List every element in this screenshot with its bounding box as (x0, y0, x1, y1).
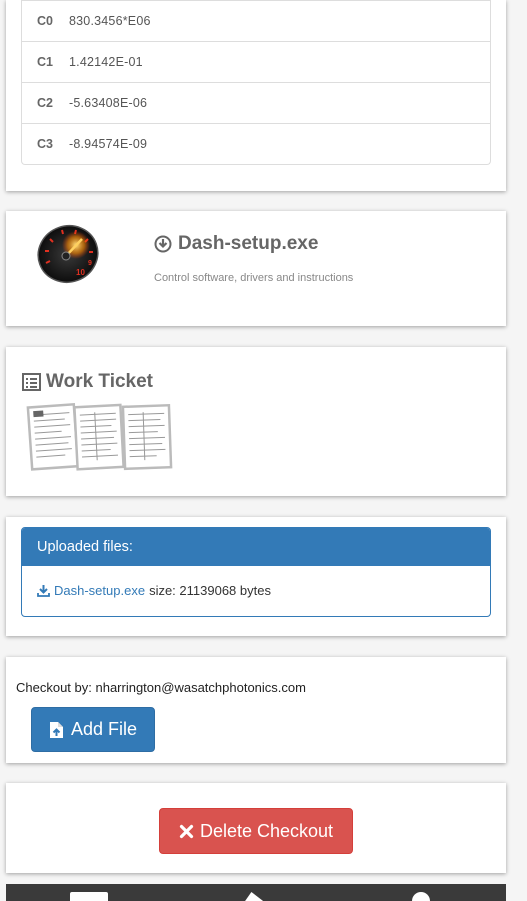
uploaded-files-heading: Uploaded files: (22, 528, 490, 566)
uploaded-file-link[interactable]: Dash-setup.exe (37, 583, 145, 598)
coefficients-table: C0 830.3456*E06 C1 1.42142E-01 C2 -5.634… (21, 0, 491, 165)
coefficient-name: C2 (37, 96, 53, 110)
download-link[interactable]: Dash-setup.exe (154, 233, 318, 255)
uploaded-file-row: Dash-setup.exe size: 21139068 bytes (22, 566, 490, 615)
table-row: C0 830.3456*E06 (22, 0, 490, 41)
nav-megaphone-icon[interactable] (243, 892, 267, 901)
uploaded-files-panel: Uploaded files: Dash-setup.exe size: 211… (6, 517, 506, 636)
delete-panel: Delete Checkout (6, 783, 506, 873)
file-upload-icon (49, 721, 63, 738)
coefficient-name: C0 (37, 14, 53, 28)
download-icon (37, 585, 50, 597)
coefficient-value: 1.42142E-01 (69, 55, 143, 69)
coefficient-name: C3 (37, 137, 53, 151)
download-circle-icon (154, 235, 172, 253)
coefficient-value: -8.94574E-09 (69, 137, 148, 151)
work-ticket-thumbnails[interactable] (26, 402, 176, 472)
list-alt-icon (22, 373, 41, 391)
speedometer-gauge-icon[interactable]: 10 9 (36, 221, 100, 285)
add-file-button[interactable]: Add File (31, 707, 155, 752)
add-file-label: Add File (70, 719, 138, 739)
svg-text:10: 10 (76, 268, 85, 277)
download-title[interactable]: Dash-setup.exe (178, 233, 318, 255)
nav-inbox-icon[interactable] (70, 892, 108, 901)
coefficient-name: C1 (37, 55, 53, 69)
uploaded-file-size: size: 21139068 bytes (149, 583, 271, 598)
table-row: C1 1.42142E-01 (22, 41, 490, 82)
download-description: Control software, drivers and instructio… (154, 272, 354, 284)
coefficient-value: 830.3456*E06 (69, 14, 151, 28)
delete-checkout-button[interactable]: Delete Checkout (159, 808, 353, 854)
work-ticket-title: Work Ticket (46, 371, 154, 392)
table-row: C3 -8.94574E-09 (22, 123, 490, 164)
uploaded-files-box: Uploaded files: Dash-setup.exe size: 211… (21, 527, 491, 617)
delete-checkout-label: Delete Checkout (199, 820, 334, 841)
coefficient-value: -5.63408E-06 (69, 96, 148, 110)
coefficients-panel: C0 830.3456*E06 C1 1.42142E-01 C2 -5.634… (6, 0, 506, 191)
checkout-panel: Checkout by: nharrington@wasatchphotonic… (6, 657, 506, 763)
work-ticket-panel: Work Ticket (6, 347, 506, 496)
work-ticket-heading: Work Ticket (22, 371, 153, 393)
close-icon (179, 824, 194, 838)
uploaded-file-name[interactable]: Dash-setup.exe (54, 583, 145, 598)
download-panel: 10 9 Dash-setup.exe Control software, dr… (6, 211, 506, 326)
table-row: C2 -5.63408E-06 (22, 82, 490, 123)
nav-user-icon[interactable] (412, 892, 430, 901)
checkout-by-text: Checkout by: nharrington@wasatchphotonic… (16, 680, 306, 695)
bottom-nav-bar (6, 884, 506, 901)
svg-text:9: 9 (88, 260, 92, 267)
